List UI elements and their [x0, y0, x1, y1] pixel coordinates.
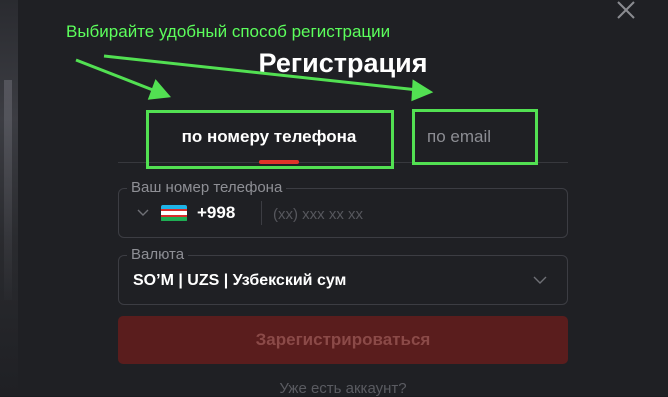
currency-select[interactable]: Валюта SO’M | UZS | Узбекский сум	[118, 246, 568, 305]
tab-by-phone-label: по номеру телефона	[181, 127, 357, 146]
tab-divider	[118, 162, 568, 163]
tab-by-email[interactable]: по email	[413, 112, 536, 162]
annotation-caption: Выбирайте удобный способ регистрации	[66, 22, 391, 41]
field-separator	[261, 201, 262, 225]
uzbekistan-flag-icon	[161, 204, 187, 222]
country-code-select[interactable]: +998	[137, 203, 235, 223]
currency-field-label: Валюта	[127, 246, 189, 264]
currency-value: SO’M | UZS | Узбекский сум	[133, 272, 347, 289]
register-button[interactable]: Зарегистрироваться	[118, 316, 568, 364]
dial-code: +998	[197, 203, 236, 222]
active-tab-indicator	[259, 160, 299, 164]
close-button[interactable]	[612, 0, 640, 24]
modal-title: Регистрация	[258, 48, 428, 78]
tab-by-email-label: по email	[427, 127, 492, 146]
login-link[interactable]: Уже есть аккаунт?	[0, 380, 668, 397]
close-icon	[617, 1, 635, 19]
tab-by-phone[interactable]: по номеру телефона	[146, 112, 392, 162]
phone-field: Ваш номер телефона +998	[118, 179, 568, 238]
phone-number-input[interactable]	[271, 199, 555, 229]
chevron-down-icon	[533, 276, 547, 284]
phone-field-label: Ваш номер телефона	[127, 179, 287, 197]
chevron-down-icon	[137, 209, 149, 216]
